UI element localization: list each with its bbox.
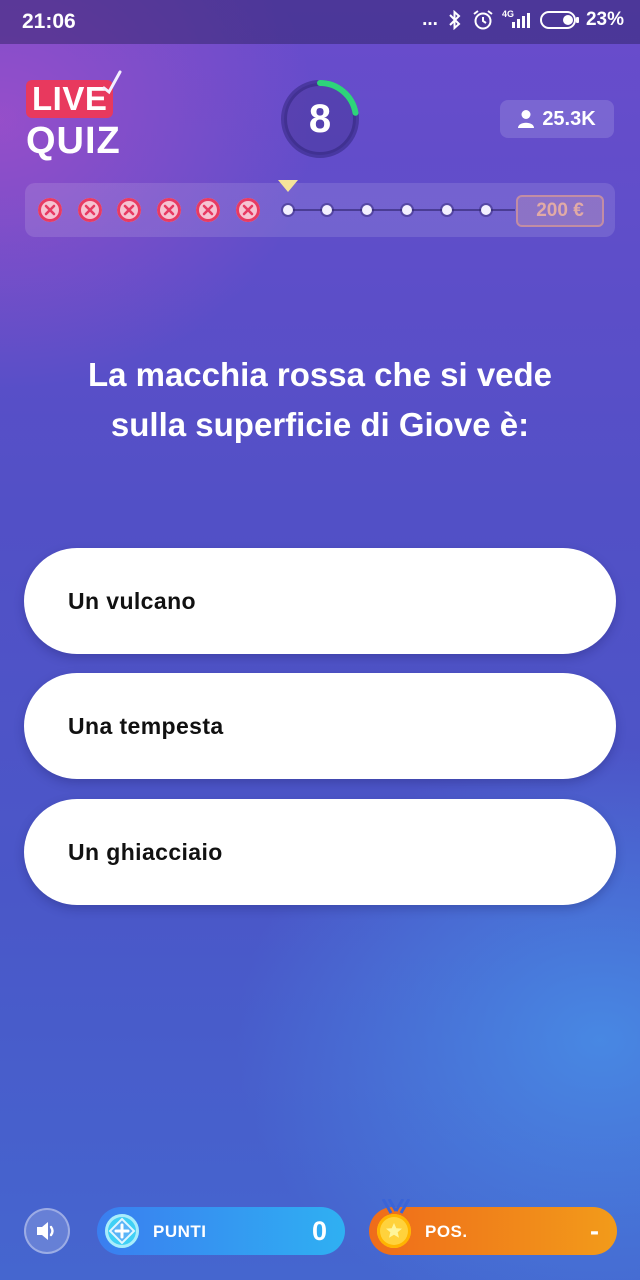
wrong-answer-icon [157, 198, 181, 222]
points-value: 0 [311, 1216, 327, 1246]
answer-option-3[interactable]: Un ghiacciaio [24, 799, 616, 905]
question-line-1: La macchia rossa che si vede [87, 356, 553, 393]
countdown-timer: 8 [280, 79, 360, 159]
medal-icon [377, 1214, 411, 1248]
network-type: 4G [501, 8, 514, 19]
status-time: 21:06 [22, 10, 76, 33]
answer-option-1[interactable]: Un vulcano [24, 548, 616, 654]
wrong-answer-icon [117, 198, 141, 222]
logo-quiz: QUIZ [26, 120, 121, 162]
prize-badge: 200 € [516, 195, 604, 227]
user-icon [518, 110, 535, 128]
wrong-answer-icon [38, 198, 62, 222]
viewers-value: 25.3K [542, 107, 596, 130]
progress-step-dot [322, 205, 332, 215]
status-bar: 21:06 ... 4G 23% [0, 0, 640, 44]
answer-label: Un ghiacciaio [68, 838, 223, 865]
question-line-2: sulla superficie di Giove è: [110, 406, 530, 443]
points-badge: PUNTI 0 [97, 1207, 345, 1255]
battery-icon [539, 11, 579, 29]
points-label: PUNTI [153, 1222, 207, 1241]
current-step-pointer-icon [278, 180, 298, 192]
position-label: POS. [425, 1222, 468, 1241]
wrong-answer-icon [196, 198, 220, 222]
viewers-count-badge: 25.3K [500, 100, 614, 138]
sound-toggle-button[interactable] [24, 1208, 70, 1254]
live-quiz-logo: LIVE QUIZ [24, 70, 134, 168]
bluetooth-icon [449, 10, 461, 30]
wrong-answer-icon [236, 198, 260, 222]
signal-icon: 4G [502, 9, 530, 28]
position-value: - [590, 1216, 599, 1246]
logo-check-icon [102, 70, 122, 95]
speaker-icon [37, 1222, 54, 1240]
timer-value: 8 [308, 96, 332, 141]
quiz-screen: 21:06 ... 4G 23% LIVE QUIZ 8 25.3K 200 €… [0, 0, 640, 1280]
progress-step-dot [362, 205, 372, 215]
battery-percent: 23% [585, 9, 624, 30]
answer-label: Una tempesta [68, 712, 224, 739]
points-icon [105, 1214, 139, 1248]
answer-label: Un vulcano [68, 587, 196, 614]
progress-step-dot [481, 205, 491, 215]
position-badge: POS. - [369, 1199, 617, 1255]
more-dots-icon: ... [422, 9, 438, 30]
progress-step-dot [442, 205, 452, 215]
progress-step-dot [283, 205, 293, 215]
status-icons: ... 4G 23% [422, 9, 624, 31]
wrong-answer-icon [78, 198, 102, 222]
battery-indicator: 23% [539, 9, 624, 31]
medal-ribbon-icon [381, 1199, 411, 1214]
alarm-icon [473, 10, 493, 30]
question-text: La macchia rossa che si vede sulla super… [40, 350, 600, 450]
progress-step-dot [402, 205, 412, 215]
answer-option-2[interactable]: Una tempesta [24, 673, 616, 779]
